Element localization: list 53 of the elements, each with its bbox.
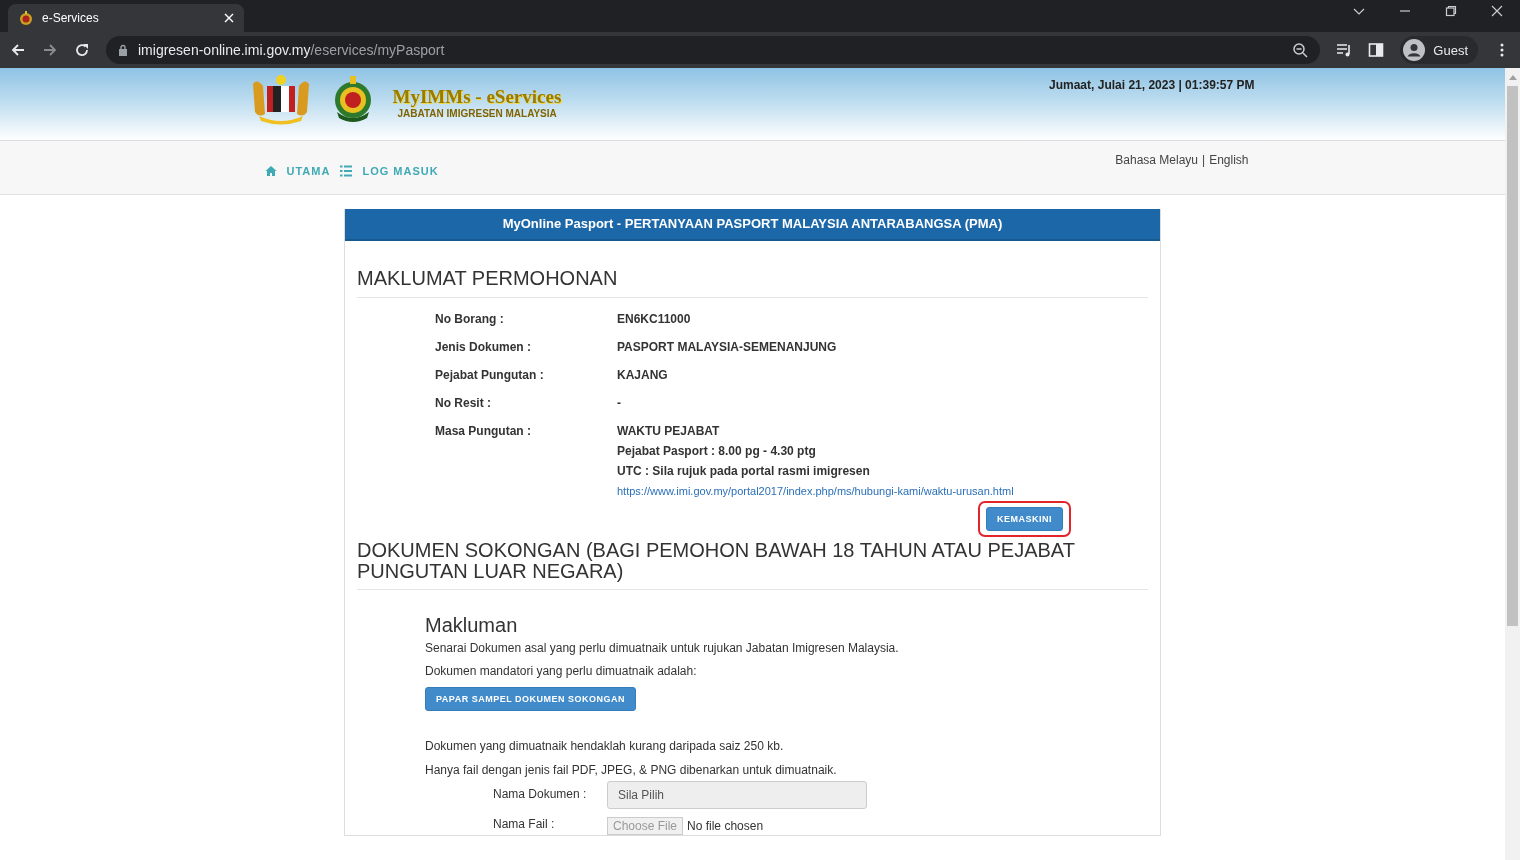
media-icon[interactable] [1336,42,1353,58]
field-value: EN6KC11000 [617,312,692,326]
restore-icon[interactable] [1445,5,1457,17]
browser-tab[interactable]: e-Services [8,4,244,32]
reload-icon[interactable] [74,42,90,58]
notice-text: Dokumen yang dimuatnaik hendaklah kurang daripada saiz 250 kb. [425,739,785,753]
url-text: imigresen-online.imi.gov.my/eservices/myPasport [138,42,445,58]
file-status: No file chosen [687,819,764,833]
update-button[interactable]: KEMASKINI [986,507,1063,531]
zoom-out-icon[interactable] [1292,42,1309,58]
section-heading: DOKUMEN SOKONGAN (BAGI PEMOHON BAWAH 18 TAHUN ATAU PEJABAT PUNGUTAN LUAR NEGARA) [357,540,1148,590]
field-label: Pejabat Pungutan : [435,368,545,382]
logo-subtitle: JABATAN IMIGRESEN MALAYSIA [396,108,558,119]
language-link[interactable]: Bahasa Melayu [1115,153,1198,167]
scrollbar[interactable] [1505,68,1520,860]
back-icon[interactable] [10,42,26,58]
notice-text: Dokumen mandatori yang perlu dimuatnaik adalah: [425,664,698,678]
side-panel-icon[interactable] [1368,42,1385,58]
address-bar[interactable]: imigresen-online.imi.gov.my/eservices/myPasport [106,36,1321,64]
field-value: Pejabat Pasport : 8.00 pg - 4.30 ptg [617,444,817,458]
crest-icon [18,10,34,26]
language-link[interactable]: English [1209,153,1249,167]
notice-heading: Makluman [425,618,519,632]
avatar-icon [1403,39,1426,61]
date-time: Jumaat, Julai 21, 2023 | 01:39:57 PM [1049,77,1256,92]
field-value: WAKTU PEJABAT [617,424,721,438]
logo-title: MyIMMs - eServices [392,86,562,108]
profile-button[interactable]: Guest [1400,36,1478,64]
field-label: Masa Pungutan : [435,424,532,440]
info-link[interactable]: https://www.imi.gov.my/portal2017/index.php/ms/hubungi-kami/waktu-urusan.html [617,484,1148,498]
close-icon[interactable] [1491,5,1503,17]
field-label: No Resit : [435,396,492,410]
lock-icon [118,44,128,56]
home-icon [264,165,277,177]
field-label: Jenis Dokumen : [435,340,533,354]
form-label: Nama Fail : [493,817,556,831]
field-value: KAJANG [617,368,669,382]
panel-title: MyOnline Pasport - PERTANYAAN PASPORT MALAYSIA ANTARABANGSA (PMA) [345,209,1160,241]
notice-text: Hanya fail dengan jenis fail PDF, JPEG, & PNG dibenarkan untuk dimuatnaik. [425,763,838,777]
field-value: UTC : Sila rujuk pada portal rasmi imigresen [617,464,871,478]
form-label: Nama Dokumen : [493,787,588,801]
tab-title: e-Services [42,11,100,25]
document-select[interactable]: Sila Pilih [607,781,867,809]
section-heading: MAKLUMAT PERMOHONAN [357,267,1148,298]
scrollbar-thumb[interactable] [1507,86,1518,626]
list-icon [340,165,353,177]
sample-documents-button[interactable]: PAPAR SAMPEL DOKUMEN SOKONGAN [425,687,636,711]
separator: | [1202,153,1206,167]
notice-text: Senarai Dokumen asal yang perlu dimuatnaik untuk rujukan Jabatan Imigresen Malaysia. [425,641,900,655]
field-value: PASPORT MALAYSIA-SEMENANJUNG [617,340,838,354]
field-value: - [617,396,622,410]
field-label: No Borang : [435,312,505,326]
forward-icon[interactable] [42,42,58,58]
